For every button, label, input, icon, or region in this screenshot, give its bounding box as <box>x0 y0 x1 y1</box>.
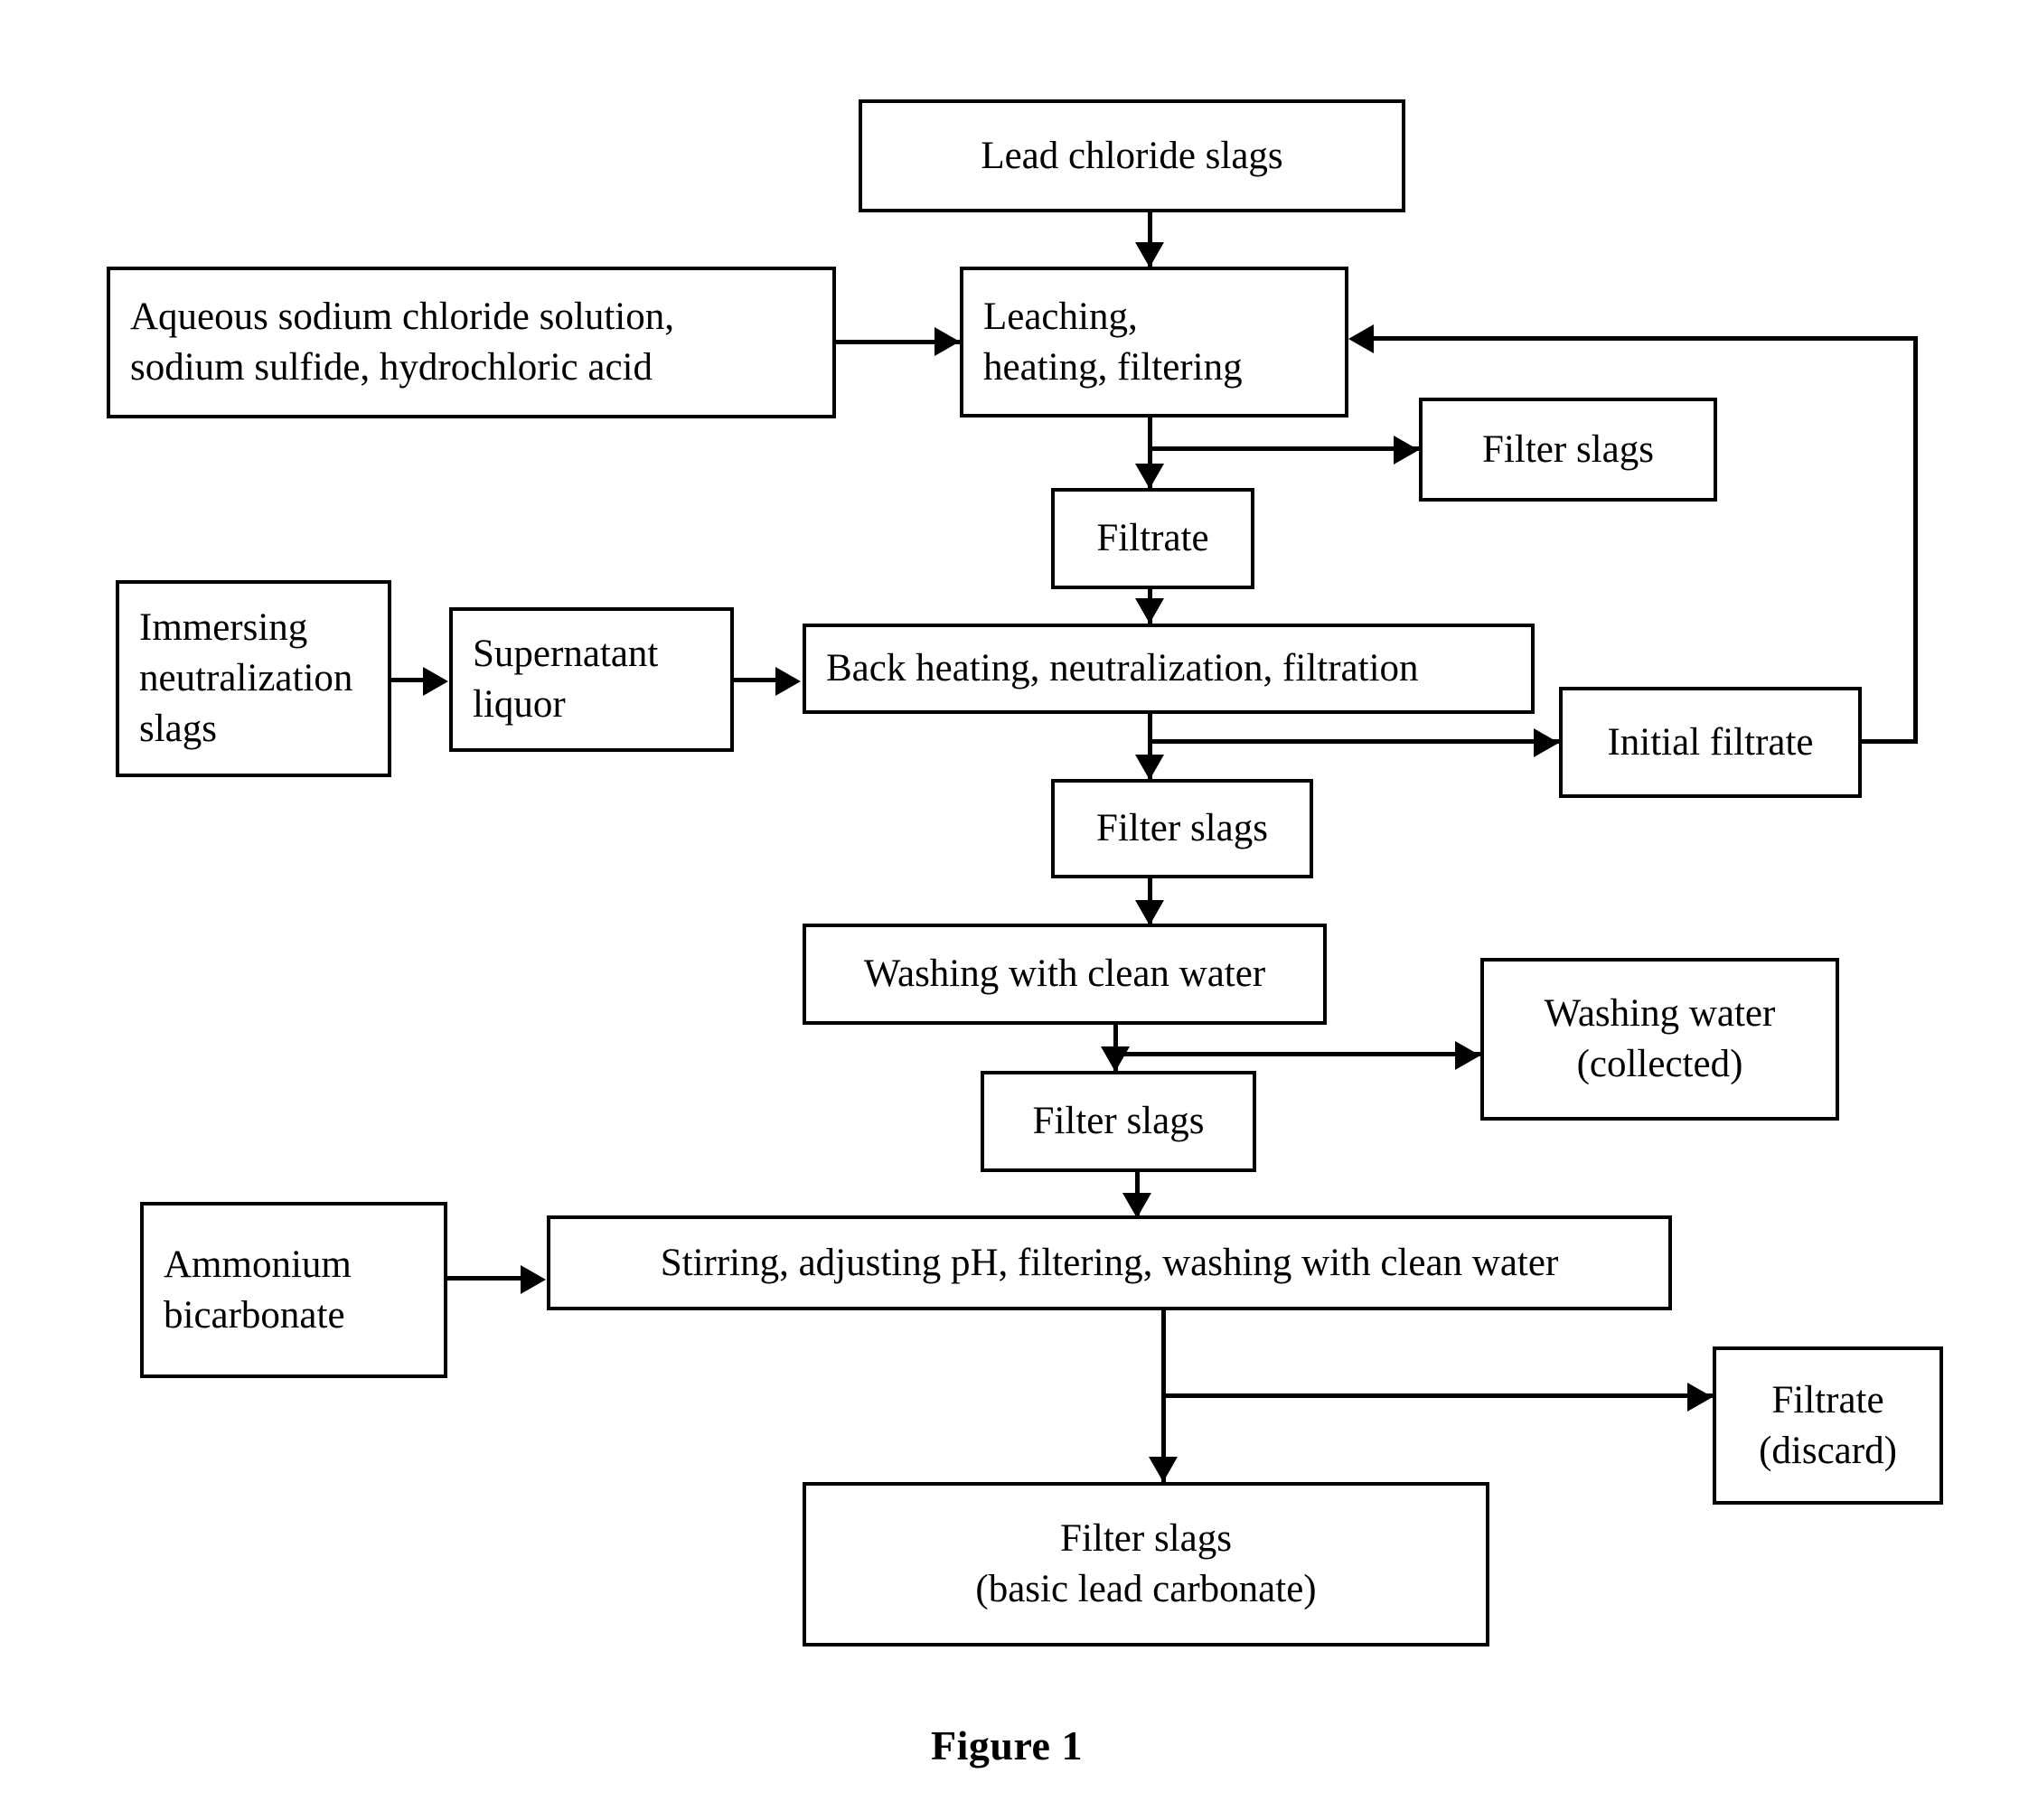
edge-ammonium-to-stirring <box>447 1276 524 1281</box>
arrowhead-down-icon <box>1135 464 1164 489</box>
arrowhead-down-icon <box>1135 900 1164 925</box>
node-washing-clean-water: Washing with clean water <box>803 924 1327 1025</box>
arrowhead-down-icon <box>1135 598 1164 624</box>
edge-recycle-top-segment <box>1374 336 1918 341</box>
node-filter-slags-product: Filter slags (basic lead carbonate) <box>803 1482 1489 1646</box>
node-washing-water: Washing water (collected) <box>1480 958 1839 1121</box>
node-ammonium-bicarbonate: Ammonium bicarbonate <box>140 1202 447 1378</box>
arrowhead-right-icon <box>521 1265 546 1294</box>
edge-supernatant-to-back-heating <box>734 678 781 682</box>
node-label: Filter slags <box>1482 427 1654 471</box>
node-label: Ammonium bicarbonate <box>164 1243 352 1337</box>
edge-back-heating-to-initial-filtrate <box>1148 739 1559 744</box>
node-label: Aqueous sodium chloride solution, sodium… <box>130 296 674 389</box>
node-reagents: Aqueous sodium chloride solution, sodium… <box>107 267 836 418</box>
node-immersing-neutralization-slags: Immersing neutralization slags <box>116 580 391 777</box>
node-label: Supernatant liquor <box>473 633 659 726</box>
node-supernatant-liquor: Supernatant liquor <box>449 607 734 752</box>
node-filtrate-1: Filtrate <box>1051 488 1254 589</box>
node-label: Washing with clean water <box>863 952 1266 996</box>
node-label: Washing water (collected) <box>1544 992 1776 1085</box>
arrowhead-down-icon <box>1135 755 1164 780</box>
node-label: Initial filtrate <box>1607 720 1814 764</box>
edge-stirring-to-filtrate-discard <box>1161 1393 1713 1398</box>
node-label: Stirring, adjusting pH, filtering, washi… <box>660 1241 1559 1284</box>
arrowhead-right-icon <box>1455 1041 1480 1070</box>
node-label: Filter slags (basic lead carbonate) <box>975 1517 1317 1610</box>
node-label: Filter slags <box>1096 807 1268 850</box>
node-stirring: Stirring, adjusting pH, filtering, washi… <box>547 1215 1672 1310</box>
node-filter-slags-1: Filter slags <box>1419 398 1717 502</box>
node-label: Lead chloride slags <box>981 134 1283 177</box>
node-leaching: Leaching, heating, filtering <box>960 267 1348 417</box>
edge-leaching-to-filter-slags-1 <box>1148 446 1419 451</box>
figure-caption: Figure 1 <box>931 1722 1083 1768</box>
edge-recycle-bottom-segment <box>1862 739 1918 744</box>
node-label: Back heating, neutralization, filtration <box>826 647 1419 690</box>
node-initial-filtrate: Initial filtrate <box>1559 687 1862 798</box>
arrowhead-right-icon <box>934 327 960 356</box>
edge-washing-to-washing-water <box>1113 1052 1480 1056</box>
arrowhead-left-icon <box>1348 324 1374 353</box>
edge-immersing-to-supernatant <box>391 678 427 682</box>
arrowhead-right-icon <box>423 667 448 696</box>
arrowhead-down-icon <box>1149 1457 1178 1482</box>
node-lead-chloride-slags: Lead chloride slags <box>859 99 1405 212</box>
arrowhead-right-icon <box>775 667 801 696</box>
node-filter-slags-3: Filter slags <box>981 1071 1256 1172</box>
node-filter-slags-2: Filter slags <box>1051 779 1313 878</box>
node-label: Immersing neutralization slags <box>139 606 353 750</box>
arrowhead-down-icon <box>1101 1046 1130 1072</box>
arrowhead-right-icon <box>1534 728 1559 757</box>
arrowhead-right-icon <box>1394 436 1419 464</box>
edge-recycle-right-riser <box>1913 336 1918 744</box>
arrowhead-right-icon <box>1687 1383 1713 1412</box>
node-label: Filtrate <box>1096 517 1209 560</box>
node-label: Filtrate (discard) <box>1759 1378 1897 1472</box>
arrowhead-down-icon <box>1122 1193 1151 1218</box>
node-label: Filter slags <box>1032 1100 1205 1143</box>
arrowhead-down-icon <box>1135 242 1164 267</box>
figure-canvas: Lead chloride slags Aqueous sodium chlor… <box>0 0 2038 1820</box>
node-filtrate-discard: Filtrate (discard) <box>1713 1346 1943 1505</box>
node-label: Leaching, heating, filtering <box>983 295 1243 389</box>
node-back-heating: Back heating, neutralization, filtration <box>803 624 1535 714</box>
